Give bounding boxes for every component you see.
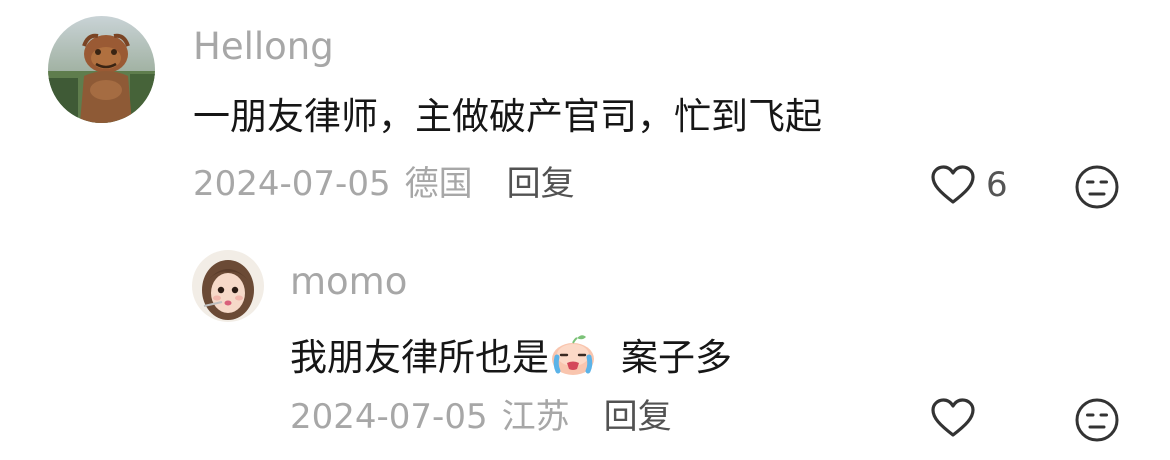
like-count: 6 bbox=[986, 165, 1008, 205]
reply-button[interactable]: 回复 bbox=[507, 167, 575, 201]
reply-username[interactable]: momo bbox=[290, 263, 407, 300]
reply-reply-button[interactable]: 回复 bbox=[604, 400, 672, 434]
heart-outline-icon bbox=[931, 398, 975, 437]
reply-text-part2: 案子多 bbox=[621, 335, 732, 379]
comment-date: 2024-07-05 bbox=[193, 164, 391, 204]
reply-dislike-button[interactable] bbox=[1074, 397, 1120, 447]
crying-peach-emoji-icon bbox=[549, 333, 597, 383]
dislike-button[interactable] bbox=[1074, 164, 1120, 214]
like-button[interactable]: 6 bbox=[930, 164, 1008, 206]
reply-like-button[interactable] bbox=[930, 397, 976, 439]
reply-text-part1: 我朋友律所也是 bbox=[290, 335, 549, 379]
comment-meta: 2024-07-05 德国 回复 bbox=[193, 167, 575, 201]
reply-location: 江苏 bbox=[501, 397, 570, 437]
user-avatar[interactable] bbox=[48, 16, 155, 123]
heart-outline-icon bbox=[931, 165, 975, 204]
reply-text: 我朋友律所也是 案子多 bbox=[290, 332, 732, 382]
comment-username[interactable]: Hellong bbox=[193, 28, 334, 65]
girl-photo-avatar-icon bbox=[192, 250, 264, 322]
comment-location: 德国 bbox=[404, 164, 473, 204]
meh-face-icon bbox=[1075, 165, 1119, 209]
lion-statue-avatar-icon bbox=[48, 16, 155, 123]
comment-thread: Hellong 一朋友律师，主做破产官司，忙到飞起 2024-07-05 德国 … bbox=[0, 0, 1170, 460]
comment-text: 一朋友律师，主做破产官司，忙到飞起 bbox=[193, 95, 822, 138]
reply-user-avatar[interactable] bbox=[192, 250, 264, 322]
reply-date: 2024-07-05 bbox=[290, 397, 488, 437]
meh-face-icon bbox=[1075, 398, 1119, 442]
reply-meta: 2024-07-05 江苏 回复 bbox=[290, 400, 672, 434]
